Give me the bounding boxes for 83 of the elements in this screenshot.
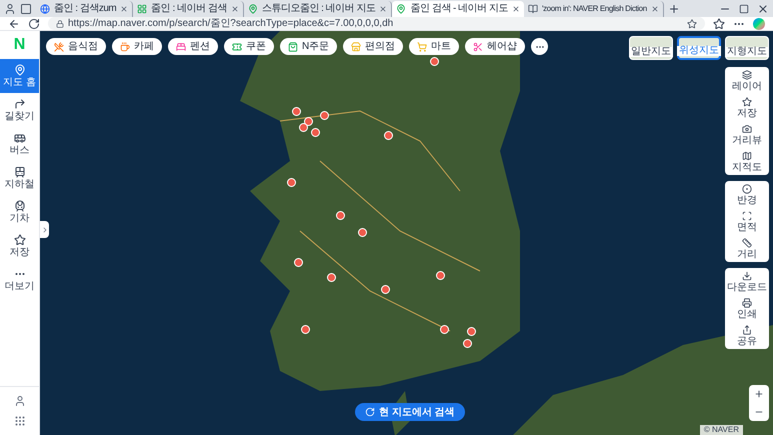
map-tool-button[interactable]: 다운로드 bbox=[725, 268, 769, 295]
map-icon bbox=[742, 150, 752, 160]
category-chip[interactable]: N주문 bbox=[280, 38, 338, 55]
book-icon bbox=[528, 4, 538, 14]
frame-icon bbox=[742, 210, 752, 220]
map-tool-button[interactable]: 지적도 bbox=[725, 148, 769, 175]
maximize-icon[interactable] bbox=[739, 4, 749, 14]
cart-icon bbox=[417, 42, 428, 52]
profile-icon[interactable] bbox=[4, 2, 16, 14]
map-type-button[interactable]: 위성지도 bbox=[677, 36, 721, 60]
tab-title: 'zoom in': NAVER English Diction bbox=[542, 5, 647, 13]
category-chip[interactable]: 편의점 bbox=[343, 38, 404, 55]
category-chip[interactable]: 쿠폰 bbox=[224, 38, 274, 55]
map-tool-button[interactable]: 레이어 bbox=[725, 67, 769, 94]
copyright-text: © NAVER bbox=[700, 425, 743, 435]
map-pin-icon bbox=[14, 64, 26, 76]
pin-icon bbox=[396, 4, 406, 14]
tab-actions-icon[interactable] bbox=[20, 2, 32, 14]
reload-icon[interactable] bbox=[28, 18, 40, 30]
more-button[interactable] bbox=[531, 38, 548, 55]
new-tab-icon[interactable] bbox=[668, 3, 680, 15]
turn-arrow-icon bbox=[14, 98, 26, 110]
map-tool-button[interactable]: 면적 bbox=[725, 208, 769, 235]
ticket-icon bbox=[232, 42, 242, 52]
category-chip[interactable]: 음식점 bbox=[46, 38, 106, 55]
map-tool-button[interactable]: 인쇄 bbox=[725, 295, 769, 322]
store-icon bbox=[351, 42, 362, 52]
category-chip[interactable]: 펜션 bbox=[168, 38, 218, 55]
share-icon bbox=[742, 324, 752, 334]
download-icon bbox=[742, 270, 752, 280]
url-text: https://map.naver.com/p/search/줌인?searchType=place&c=7.00,0,0,0,dh bbox=[68, 18, 394, 28]
map-tool-button[interactable]: 거리 bbox=[725, 235, 769, 262]
grid-icon bbox=[137, 4, 148, 14]
close-icon[interactable] bbox=[230, 5, 239, 13]
star-icon bbox=[14, 234, 26, 246]
lock-icon bbox=[56, 20, 64, 28]
address-bar[interactable]: https://map.naver.com/p/search/줌인?searchType=place&c=7.00,0,0,0,dh bbox=[48, 17, 705, 30]
panel-toggle[interactable] bbox=[40, 221, 49, 238]
map-tool-button[interactable]: 반경 bbox=[725, 181, 769, 208]
category-chip[interactable]: 마트 bbox=[409, 38, 460, 55]
star-icon bbox=[742, 96, 752, 106]
search-here-button[interactable]: 현 지도에서 검색 bbox=[355, 403, 465, 421]
satellite-map[interactable]: 음식점 카페 펜션 쿠폰 N주문 편의점 마트 헤어샵 일반지도 위성지도 지형지도 레이어 저장 거리뷰 지적도 반경 면적 거리 다운로드 인쇄 공유 현 지도에서 검색 © NAVER bbox=[40, 31, 773, 435]
category-chip[interactable]: 헤어샵 bbox=[465, 38, 526, 55]
map-type-button[interactable]: 지형지도 bbox=[725, 36, 769, 60]
map-tool-button[interactable]: 공유 bbox=[725, 322, 769, 349]
utensils-icon bbox=[54, 42, 64, 52]
bag-icon bbox=[288, 42, 298, 52]
bus-icon bbox=[14, 132, 26, 144]
train-icon bbox=[14, 200, 26, 212]
refresh-icon bbox=[365, 407, 375, 417]
layers-icon bbox=[742, 70, 752, 80]
map-tool-button[interactable]: 거리뷰 bbox=[725, 121, 769, 148]
tab-title: 스튜디오줌인 : 네이버 지도 bbox=[262, 4, 376, 14]
subway-icon bbox=[14, 166, 26, 178]
user-icon[interactable] bbox=[14, 395, 26, 407]
browser-tab[interactable]: 줌인 검색 - 네이버 지도 bbox=[392, 1, 524, 17]
sidebar-item[interactable]: 지도 홈 bbox=[0, 59, 39, 93]
map-tool-button[interactable]: 저장 bbox=[725, 94, 769, 121]
favorite-icon[interactable] bbox=[687, 18, 697, 28]
close-icon[interactable] bbox=[379, 5, 388, 13]
close-icon[interactable] bbox=[512, 5, 520, 13]
bed-icon bbox=[176, 42, 186, 52]
tab-title: 줌인 : 검색zum bbox=[54, 4, 116, 14]
plus-icon bbox=[754, 389, 764, 399]
apps-icon[interactable] bbox=[14, 415, 26, 427]
favorites-icon[interactable] bbox=[713, 18, 725, 30]
close-icon[interactable] bbox=[650, 5, 659, 13]
circle-icon bbox=[742, 184, 752, 194]
back-icon[interactable] bbox=[8, 18, 20, 30]
category-chip[interactable]: 카페 bbox=[112, 38, 162, 55]
close-icon[interactable] bbox=[757, 2, 769, 14]
cup-icon bbox=[120, 42, 130, 52]
close-icon[interactable] bbox=[120, 5, 128, 13]
printer-icon bbox=[742, 298, 752, 308]
globe-icon bbox=[40, 4, 50, 14]
scissors-icon bbox=[473, 42, 484, 52]
tab-title: 줌인 검색 - 네이버 지도 bbox=[410, 4, 508, 14]
ruler-icon bbox=[742, 238, 752, 248]
tab-title: 줌인 : 네이버 검색 bbox=[151, 4, 227, 14]
map-type-button[interactable]: 일반지도 bbox=[629, 36, 673, 60]
camera-icon bbox=[742, 124, 752, 134]
pin-icon bbox=[248, 4, 258, 14]
